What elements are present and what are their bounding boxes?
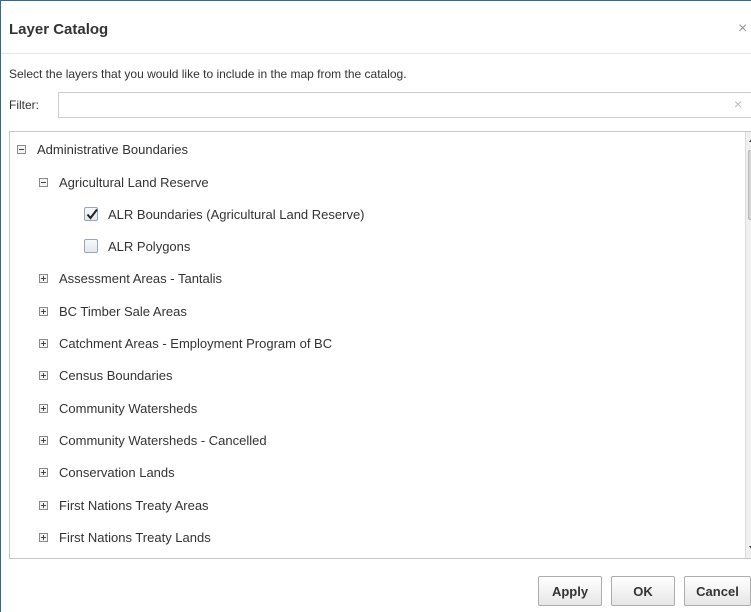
layer-item-alr-boundaries[interactable]: ALR Boundaries (Agricultural Land Reserv… bbox=[84, 204, 365, 224]
tree-node-conservation-lands[interactable]: Conservation Lands bbox=[39, 462, 175, 482]
tree-node-census-boundaries[interactable]: Census Boundaries bbox=[39, 365, 172, 385]
tree-node-label: Assessment Areas - Tantalis bbox=[59, 270, 223, 286]
tree-node-bc-timber-sale-areas[interactable]: BC Timber Sale Areas bbox=[39, 301, 187, 321]
tree-node-label: Administrative Boundaries bbox=[37, 141, 189, 157]
layer-tree: Administrative Boundaries Agricultural L… bbox=[9, 131, 751, 559]
tree-node-label: Community Watersheds - Cancelled bbox=[59, 432, 267, 448]
tree-node-label: First Nations Treaty Areas bbox=[59, 497, 209, 513]
layer-label: ALR Boundaries (Agricultural Land Reserv… bbox=[108, 206, 365, 222]
apply-button[interactable]: Apply bbox=[538, 576, 602, 606]
expand-icon[interactable] bbox=[39, 435, 48, 445]
dialog-title: Layer Catalog bbox=[9, 21, 109, 38]
filter-label: Filter: bbox=[9, 98, 39, 112]
expand-icon[interactable] bbox=[39, 500, 48, 510]
tree-node-label: Agricultural Land Reserve bbox=[59, 174, 209, 190]
tree-node-catchment-areas[interactable]: Catchment Areas - Employment Program of … bbox=[39, 333, 332, 353]
cancel-button[interactable]: Cancel bbox=[684, 576, 751, 606]
layer-item-alr-polygons[interactable]: ALR Polygons bbox=[84, 236, 190, 256]
expand-icon[interactable] bbox=[39, 532, 48, 542]
expand-icon[interactable] bbox=[39, 338, 48, 348]
instruction-text: Select the layers that you would like to… bbox=[9, 67, 407, 81]
tree-node-label: BC Timber Sale Areas bbox=[59, 303, 187, 319]
tree-node-label: Census Boundaries bbox=[59, 367, 173, 383]
tree-node-label: First Nations Treaty Lands bbox=[59, 529, 211, 545]
tree-node-first-nations-treaty-areas[interactable]: First Nations Treaty Areas bbox=[39, 495, 209, 515]
tree-node-agricultural-land-reserve[interactable]: Agricultural Land Reserve bbox=[39, 172, 209, 192]
layer-checkbox-checked[interactable] bbox=[84, 207, 98, 221]
tree-node-label: Catchment Areas - Employment Program of … bbox=[59, 335, 333, 351]
tree-node-label: Conservation Lands bbox=[59, 464, 175, 480]
collapse-icon[interactable] bbox=[39, 177, 48, 187]
expand-icon[interactable] bbox=[39, 273, 48, 283]
ok-button[interactable]: OK bbox=[611, 576, 675, 606]
checkmark-icon bbox=[86, 208, 98, 220]
layer-label: ALR Polygons bbox=[108, 238, 191, 254]
dialog-header: Layer Catalog × bbox=[1, 1, 751, 54]
expand-icon[interactable] bbox=[39, 403, 48, 413]
expand-icon[interactable] bbox=[39, 370, 48, 380]
tree-node-community-watersheds[interactable]: Community Watersheds bbox=[39, 398, 197, 418]
tree-node-first-nations-treaty-lands[interactable]: First Nations Treaty Lands bbox=[39, 527, 211, 547]
tree-node-administrative-boundaries[interactable]: Administrative Boundaries bbox=[17, 139, 188, 159]
layer-checkbox[interactable] bbox=[84, 239, 98, 253]
tree-node-assessment-areas[interactable]: Assessment Areas - Tantalis bbox=[39, 268, 222, 288]
layer-catalog-dialog: Layer Catalog × Select the layers that y… bbox=[0, 0, 751, 612]
tree-scrollbar[interactable] bbox=[745, 132, 751, 558]
tree-node-community-watersheds-cancelled[interactable]: Community Watersheds - Cancelled bbox=[39, 430, 267, 450]
clear-filter-icon[interactable]: × bbox=[734, 97, 742, 111]
filter-input[interactable] bbox=[58, 92, 751, 118]
expand-icon[interactable] bbox=[39, 467, 48, 477]
close-icon[interactable]: × bbox=[738, 21, 747, 37]
expand-icon[interactable] bbox=[39, 306, 48, 316]
tree-node-label: Community Watersheds bbox=[59, 400, 198, 416]
collapse-icon[interactable] bbox=[17, 144, 26, 154]
